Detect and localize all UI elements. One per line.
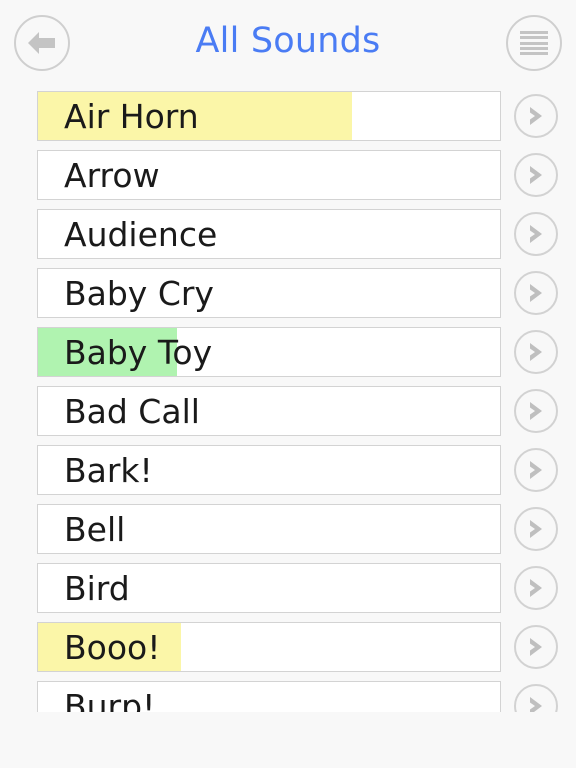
list-item[interactable]: Audience (0, 209, 576, 259)
list-item[interactable]: Bark! (0, 445, 576, 495)
chevron-right-icon (530, 461, 542, 479)
chevron-right-icon (530, 343, 542, 361)
chevron-right-icon (530, 225, 542, 243)
disclosure-button[interactable] (514, 684, 558, 712)
sound-cell[interactable]: Arrow (37, 150, 501, 200)
sound-list: Air Horn Arrow Audience Baby Cry Baby Toy Bad… (0, 86, 576, 712)
disclosure-button[interactable] (514, 625, 558, 669)
sound-cell[interactable]: Bad Call (37, 386, 501, 436)
back-arrow-icon (28, 32, 55, 54)
sound-name-label: Baby Cry (64, 274, 214, 313)
chevron-right-icon (530, 697, 542, 712)
sound-cell[interactable]: Booo! (37, 622, 501, 672)
sound-list-scroll-area[interactable]: Air Horn Arrow Audience Baby Cry Baby Toy Bad… (0, 86, 576, 712)
list-item[interactable]: Arrow (0, 150, 576, 200)
list-item[interactable]: Bird (0, 563, 576, 613)
sound-name-label: Burp! (64, 687, 156, 712)
sound-name-label: Bird (64, 569, 130, 608)
chevron-right-icon (530, 107, 542, 125)
menu-button[interactable] (506, 15, 562, 71)
disclosure-button[interactable] (514, 212, 558, 256)
disclosure-button[interactable] (514, 94, 558, 138)
sound-name-label: Bell (64, 510, 126, 549)
chevron-right-icon (530, 579, 542, 597)
chevron-right-icon (530, 402, 542, 420)
list-item[interactable]: Bell (0, 504, 576, 554)
disclosure-button[interactable] (514, 566, 558, 610)
page-title: All Sounds (195, 24, 381, 61)
sound-cell[interactable]: Burp! (37, 681, 501, 712)
sound-cell[interactable]: Bell (37, 504, 501, 554)
sound-name-label: Baby Toy (64, 333, 213, 372)
sound-cell[interactable]: Baby Cry (37, 268, 501, 318)
navigation-bar: All Sounds (0, 0, 576, 86)
sound-cell[interactable]: Audience (37, 209, 501, 259)
sound-cell[interactable]: Bird (37, 563, 501, 613)
disclosure-button[interactable] (514, 507, 558, 551)
chevron-right-icon (530, 638, 542, 656)
list-item[interactable]: Booo! (0, 622, 576, 672)
list-item[interactable]: Bad Call (0, 386, 576, 436)
sound-name-label: Bark! (64, 451, 153, 490)
disclosure-button[interactable] (514, 153, 558, 197)
list-item[interactable]: Burp! (0, 681, 576, 712)
sound-cell[interactable]: Baby Toy (37, 327, 501, 377)
list-item[interactable]: Air Horn (0, 91, 576, 141)
app-root: All Sounds Air Horn Arrow Audience Baby Cry… (0, 0, 576, 768)
disclosure-button[interactable] (514, 448, 558, 492)
sound-name-label: Audience (64, 215, 218, 254)
list-item[interactable]: Baby Toy (0, 327, 576, 377)
sound-name-label: Bad Call (64, 392, 200, 431)
sound-cell[interactable]: Air Horn (37, 91, 501, 141)
sound-name-label: Arrow (64, 156, 160, 195)
list-item[interactable]: Baby Cry (0, 268, 576, 318)
disclosure-button[interactable] (514, 271, 558, 315)
disclosure-button[interactable] (514, 330, 558, 374)
chevron-right-icon (530, 284, 542, 302)
back-button[interactable] (14, 15, 70, 71)
hamburger-menu-icon (520, 31, 548, 55)
chevron-right-icon (530, 520, 542, 538)
disclosure-button[interactable] (514, 389, 558, 433)
sound-name-label: Air Horn (64, 97, 199, 136)
chevron-right-icon (530, 166, 542, 184)
sound-name-label: Booo! (64, 628, 161, 667)
sound-cell[interactable]: Bark! (37, 445, 501, 495)
